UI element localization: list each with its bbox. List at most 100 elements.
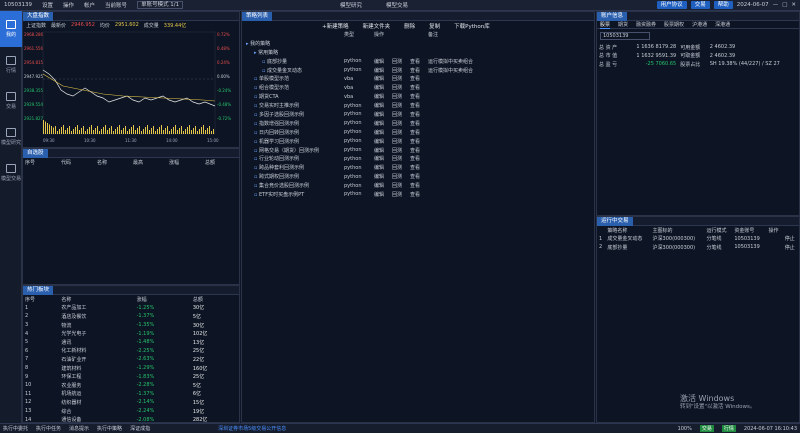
minimize-icon[interactable]: — <box>773 2 779 8</box>
nav-quote[interactable]: 行情 <box>0 47 22 83</box>
table-row[interactable]: 6 化工新材料 -2.25% 25亿 <box>23 347 239 356</box>
strategy-row[interactable]: ▫ 网格交易（期货）回测示例 python 编辑 回测 查看 <box>242 146 594 155</box>
edit-link[interactable]: 编辑 <box>372 57 390 66</box>
copy-button[interactable]: 复制 <box>429 22 440 30</box>
tab-futures[interactable]: 期货 <box>618 21 628 28</box>
edit-link[interactable]: 编辑 <box>372 181 390 190</box>
backtest-link[interactable]: 回测 <box>390 57 408 66</box>
news-ticker[interactable]: 深圳证券市场5级交易公开信息 <box>218 425 286 432</box>
col-index[interactable]: 序号 <box>23 158 59 167</box>
stop-button[interactable]: 停止 <box>783 235 799 244</box>
close-icon[interactable]: ✕ <box>791 2 796 8</box>
view-link[interactable]: 查看 <box>408 146 426 155</box>
backtest-link[interactable]: 回测 <box>390 128 408 137</box>
col-high[interactable]: 最高 <box>131 158 167 167</box>
backtest-link[interactable]: 回测 <box>390 181 408 190</box>
view-link[interactable]: 查看 <box>408 83 426 92</box>
table-row[interactable]: 4 光学光电子 -1.19% 102亿 <box>23 329 239 338</box>
table-row[interactable]: 3 物流 -1.35% 30亿 <box>23 321 239 330</box>
strategy-row[interactable]: ▸ 我的策略 <box>242 39 594 48</box>
tab-options[interactable]: 股票期权 <box>664 21 684 28</box>
zoom-level[interactable]: 100% <box>678 426 692 432</box>
menu-account[interactable]: 帐户 <box>84 1 95 9</box>
tab-hot-sectors[interactable]: 热门板块 <box>23 285 54 295</box>
backtest-link[interactable] <box>390 48 408 57</box>
edit-link[interactable]: 编辑 <box>372 190 390 199</box>
tab-strategy-list[interactable]: 策略列表 <box>242 11 273 21</box>
edit-link[interactable]: 编辑 <box>372 146 390 155</box>
view-link[interactable]: 查看 <box>408 92 426 101</box>
nav-model-trade[interactable]: 模型交易 <box>0 155 22 191</box>
col-change[interactable]: 涨幅 <box>167 158 203 167</box>
col-amount[interactable]: 总额 <box>203 158 239 167</box>
backtest-link[interactable]: 回测 <box>390 163 408 172</box>
tab-watchlist[interactable]: 自选股 <box>23 148 48 158</box>
maximize-icon[interactable]: □ <box>782 2 787 8</box>
tab-hk-sh[interactable]: 沪港通 <box>692 21 707 28</box>
menu-settings[interactable]: 设置 <box>42 1 53 9</box>
col-strategy-name[interactable]: 策略名称 <box>605 226 650 235</box>
col-action[interactable]: 操作 <box>766 226 782 235</box>
col-name[interactable]: 名称 <box>95 158 131 167</box>
trade-status-button[interactable]: 交易 <box>699 425 714 432</box>
strategy-row[interactable]: ▫ 行业轮动回测示例 python 编辑 回测 查看 <box>242 154 594 163</box>
strategy-row[interactable]: ▫ 单股模型示范 vba 编辑 回测 查看 <box>242 74 594 83</box>
strategy-row[interactable]: ▫ 机器学习回测示例 python 编辑 回测 查看 <box>242 137 594 146</box>
table-row[interactable]: 1 农产品加工 -1.25% 30亿 <box>23 304 239 313</box>
tab-model-trading[interactable]: 模型交易 <box>386 1 408 9</box>
edit-link[interactable]: 编辑 <box>372 137 390 146</box>
strategy-row[interactable]: ▫ 跨品种套利回测示例 python 编辑 回测 查看 <box>242 163 594 172</box>
backtest-link[interactable]: 回测 <box>390 83 408 92</box>
view-link[interactable]: 查看 <box>408 110 426 119</box>
strategy-row[interactable]: ▫ 指数增强回测示例 python 编辑 回测 查看 <box>242 119 594 128</box>
col-amount[interactable]: 总额 <box>191 295 239 304</box>
strategy-row[interactable]: ▫ 多因子选股回测示例 python 编辑 回测 查看 <box>242 110 594 119</box>
strategy-row[interactable]: ▫ 跨式期权回测示例 python 编辑 回测 查看 <box>242 172 594 181</box>
backtest-link[interactable] <box>390 39 408 48</box>
backtest-link[interactable]: 回测 <box>390 119 408 128</box>
edit-link[interactable]: 编辑 <box>372 128 390 137</box>
backtest-link[interactable]: 回测 <box>390 172 408 181</box>
edit-link[interactable] <box>372 48 390 57</box>
view-link[interactable]: 查看 <box>408 128 426 137</box>
status-tasks[interactable]: 执行中任务 <box>36 425 61 432</box>
edit-link[interactable]: 编辑 <box>372 110 390 119</box>
backtest-link[interactable]: 回测 <box>390 190 408 199</box>
stop-button[interactable]: 停止 <box>783 243 799 252</box>
col-code[interactable]: 代码 <box>59 158 95 167</box>
tab-running[interactable]: 运行中交易 <box>597 216 633 226</box>
table-row[interactable]: 13 综合 -2.24% 19亿 <box>23 407 239 416</box>
table-row[interactable]: 8 建筑材料 -1.29% 160亿 <box>23 364 239 373</box>
tab-stock[interactable]: 股票 <box>600 21 611 29</box>
backtest-link[interactable]: 回测 <box>390 74 408 83</box>
edit-link[interactable]: 编辑 <box>372 154 390 163</box>
help-button[interactable]: 帮助 <box>713 1 733 9</box>
mode-select[interactable]: 单账号模式 1/1 <box>137 1 184 9</box>
view-link[interactable]: 查看 <box>408 137 426 146</box>
table-row[interactable]: 5 通讯 -1.48% 13亿 <box>23 338 239 347</box>
view-link[interactable]: 查看 <box>408 119 426 128</box>
nav-model-research[interactable]: 模型研究 <box>0 119 22 155</box>
view-link[interactable]: 查看 <box>408 57 426 66</box>
strategy-row[interactable]: ▫ 期货CTA vba 编辑 回测 查看 <box>242 92 594 101</box>
nav-mine[interactable]: 我的 <box>0 11 22 47</box>
backtest-link[interactable]: 回测 <box>390 154 408 163</box>
backtest-link[interactable]: 回测 <box>390 66 408 75</box>
tab-account-info[interactable]: 账户信息 <box>597 11 628 21</box>
strategy-row[interactable]: ▫ 组合模型示范 vba 编辑 回测 查看 <box>242 83 594 92</box>
edit-link[interactable]: 编辑 <box>372 172 390 181</box>
table-row[interactable]: 11 机场航运 -1.37% 6亿 <box>23 390 239 399</box>
col-mode[interactable]: 运行模式 <box>705 226 733 235</box>
backtest-link[interactable]: 回测 <box>390 110 408 119</box>
view-link[interactable]: 查看 <box>408 154 426 163</box>
strategy-row[interactable]: ▸ 常用策略 <box>242 48 594 57</box>
view-link[interactable]: 查看 <box>408 66 426 75</box>
col-change[interactable]: 涨幅 <box>135 295 191 304</box>
delete-button[interactable]: 删除 <box>404 22 415 30</box>
tab-model-research[interactable]: 模型研究 <box>340 1 362 9</box>
edit-link[interactable]: 编辑 <box>372 83 390 92</box>
strategy-row[interactable]: ▫ 成交量金叉动态 python 编辑 回测 查看 运行模拟中买卖组合 <box>242 66 594 75</box>
download-python-button[interactable]: 下载Python库 <box>454 22 490 30</box>
view-link[interactable]: 查看 <box>408 101 426 110</box>
table-row[interactable]: 2 酒店及餐饮 -1.37% 5亿 <box>23 312 239 321</box>
